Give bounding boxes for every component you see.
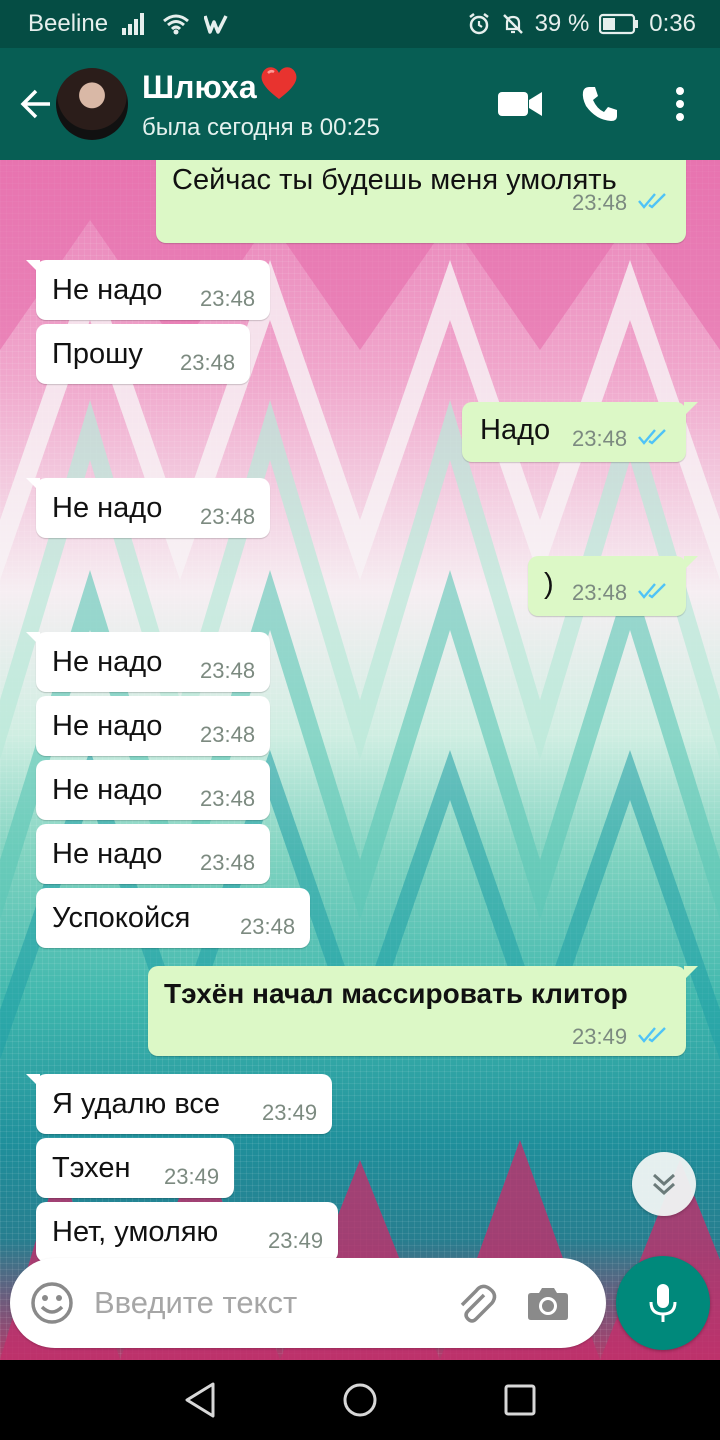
more-vert-icon[interactable] bbox=[640, 64, 720, 144]
message-in[interactable]: Нет, умоляю 23:49 bbox=[36, 1202, 338, 1262]
message-out[interactable]: Тэхён начал массировать клитор 23:49 bbox=[148, 966, 698, 1056]
message-out[interactable]: Сейчас ты будешь меня умолять 23:48 bbox=[156, 160, 686, 243]
message-in[interactable]: Не надо 23:48 bbox=[36, 696, 270, 756]
read-ticks-icon bbox=[638, 429, 666, 445]
message-in[interactable]: Успокойся 23:48 bbox=[36, 888, 310, 948]
battery-percent: 39 % bbox=[534, 10, 590, 37]
message-text: Я удалю все bbox=[52, 1088, 221, 1120]
message-time: 23:49 bbox=[164, 1164, 220, 1189]
message-in[interactable]: Я удалю все 23:49 bbox=[26, 1074, 332, 1134]
message-text: Тэхён начал массировать клитор bbox=[164, 978, 628, 1009]
message-text: Сейчас ты будешь меня умолять bbox=[172, 164, 617, 196]
read-ticks-icon bbox=[638, 1027, 666, 1043]
contact-info[interactable]: Шлюха была сегодня в 00:25 bbox=[142, 65, 380, 143]
message-input[interactable] bbox=[94, 1285, 434, 1321]
carrier-label: Beeline bbox=[28, 10, 109, 37]
chat-area[interactable]: Сейчас ты будешь меня умолять 23:48 Не н… bbox=[0, 160, 720, 1360]
system-nav-bar bbox=[0, 1360, 720, 1440]
nav-home-icon[interactable] bbox=[320, 1360, 400, 1440]
message-time: 23:48 bbox=[200, 658, 256, 683]
message-out[interactable]: Надо 23:48 bbox=[462, 402, 698, 462]
message-time: 23:48 bbox=[200, 786, 256, 811]
message-time: 23:49 bbox=[268, 1228, 324, 1253]
contact-name-text: Шлюха bbox=[142, 69, 257, 105]
message-text: Не надо bbox=[52, 838, 163, 870]
attach-icon[interactable] bbox=[440, 1261, 512, 1345]
message-time: 23:48 bbox=[180, 350, 236, 375]
chat-header: Шлюха была сегодня в 00:25 bbox=[0, 48, 720, 160]
whatsapp-w-icon bbox=[204, 14, 228, 34]
message-composer bbox=[10, 1258, 606, 1348]
message-in[interactable]: Прошу 23:48 bbox=[36, 324, 250, 384]
message-text: Не надо bbox=[52, 492, 163, 524]
message-out[interactable]: ) 23:48 bbox=[528, 556, 698, 616]
message-time: 23:48 bbox=[200, 850, 256, 875]
contact-name: Шлюха bbox=[142, 65, 380, 109]
alarm-icon bbox=[467, 12, 491, 36]
message-time: 23:49 bbox=[262, 1100, 318, 1125]
message-text: Не надо bbox=[52, 646, 163, 678]
message-in[interactable]: Не надо 23:48 bbox=[26, 632, 270, 692]
back-arrow-icon[interactable] bbox=[10, 78, 62, 130]
message-text: Прошу bbox=[52, 338, 143, 370]
camera-icon[interactable] bbox=[512, 1261, 584, 1345]
message-in[interactable]: Тэхен 23:49 bbox=[36, 1138, 234, 1198]
message-in[interactable]: Не надо 23:48 bbox=[36, 760, 270, 820]
clock: 0:36 bbox=[649, 10, 696, 37]
message-time: 23:48 bbox=[572, 580, 628, 605]
message-text: Надо bbox=[480, 414, 551, 446]
nav-back-icon[interactable] bbox=[160, 1360, 240, 1440]
message-time: 23:48 bbox=[200, 286, 256, 311]
read-ticks-icon bbox=[638, 193, 666, 209]
heart-emoji bbox=[259, 65, 299, 109]
message-time: 23:48 bbox=[572, 190, 628, 215]
last-seen: была сегодня в 00:25 bbox=[142, 114, 380, 141]
mic-icon bbox=[649, 1284, 677, 1322]
message-in[interactable]: Не надо 23:48 bbox=[26, 478, 270, 538]
message-text: Не надо bbox=[52, 710, 163, 742]
message-in[interactable]: Не надо 23:48 bbox=[26, 260, 270, 320]
message-time: 23:48 bbox=[200, 504, 256, 529]
message-time: 23:48 bbox=[572, 426, 628, 451]
signal-icon bbox=[122, 13, 148, 35]
video-call-icon[interactable] bbox=[480, 64, 560, 144]
message-in[interactable]: Не надо 23:48 bbox=[36, 824, 270, 884]
read-ticks-icon bbox=[638, 583, 666, 599]
message-time: 23:48 bbox=[200, 722, 256, 747]
message-time: 23:49 bbox=[572, 1024, 628, 1049]
double-chevron-down-icon bbox=[652, 1173, 676, 1196]
muted-bell-icon bbox=[501, 12, 525, 36]
scroll-to-bottom-button[interactable] bbox=[632, 1152, 696, 1216]
battery-icon bbox=[599, 13, 639, 35]
nav-recents-icon[interactable] bbox=[480, 1360, 560, 1440]
emoji-icon[interactable] bbox=[10, 1261, 94, 1345]
message-text: Успокойся bbox=[52, 902, 191, 934]
phone-icon[interactable] bbox=[560, 64, 640, 144]
message-text: Нет, умоляю bbox=[52, 1216, 219, 1248]
message-time: 23:48 bbox=[240, 914, 296, 939]
message-text: Не надо bbox=[52, 274, 163, 306]
avatar[interactable] bbox=[56, 68, 128, 140]
message-text: Не надо bbox=[52, 774, 163, 806]
status-bar: Beeline 39 % 0:36 bbox=[0, 0, 720, 48]
message-text: ) bbox=[544, 568, 554, 600]
mic-button[interactable] bbox=[616, 1256, 710, 1350]
wifi-icon bbox=[162, 13, 190, 35]
message-text: Тэхен bbox=[52, 1152, 131, 1184]
